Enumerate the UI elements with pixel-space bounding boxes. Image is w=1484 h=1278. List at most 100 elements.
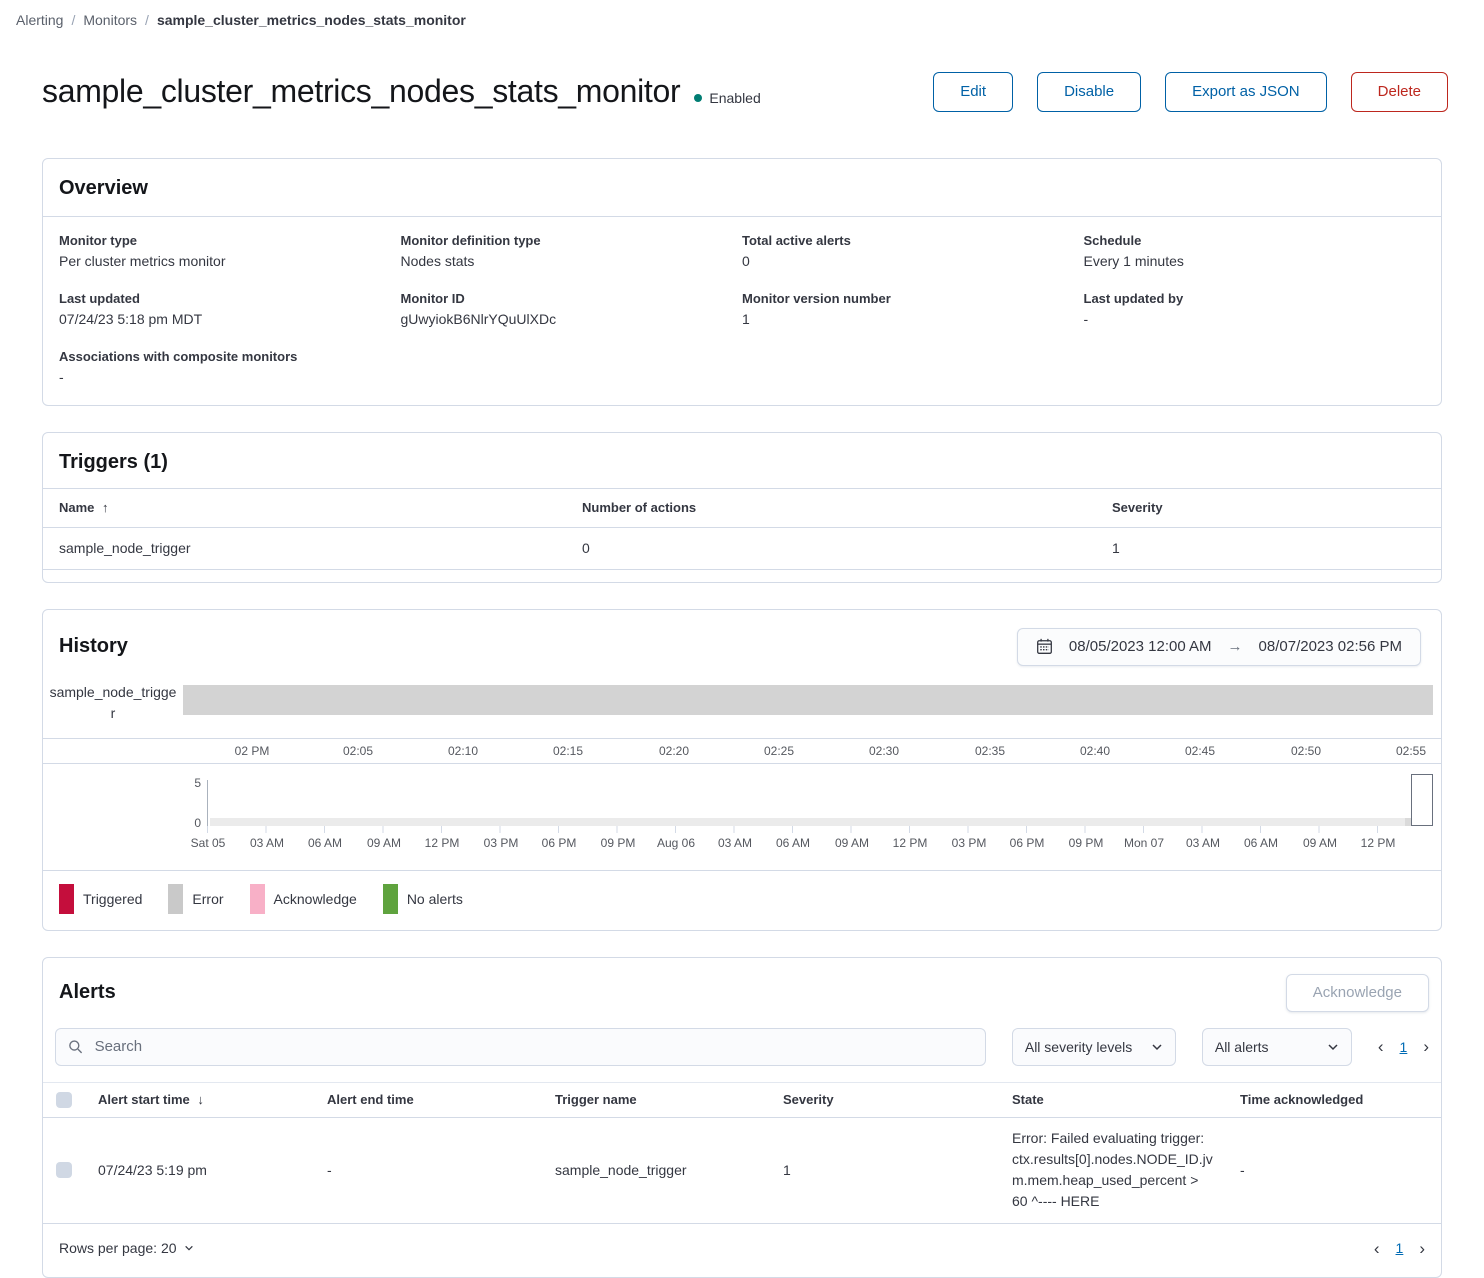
error-swatch	[168, 884, 183, 914]
alert-severity: 1	[783, 1162, 1012, 1178]
history-time-axis: 02 PM 02:05 02:10 02:15 02:20 02:25 02:3…	[43, 738, 1441, 764]
chevron-left-icon[interactable]: ‹	[1374, 1240, 1380, 1257]
alert-trigger-name: sample_node_trigger	[555, 1162, 783, 1178]
triggered-swatch	[59, 884, 74, 914]
column-severity: Severity	[1112, 500, 1425, 515]
field-schedule: Schedule Every 1 minutes	[1084, 233, 1426, 269]
field-monitor-version: Monitor version number 1	[742, 291, 1084, 327]
chevron-right-icon[interactable]: ›	[1419, 1240, 1425, 1257]
breadcrumb: Alerting / Monitors / sample_cluster_met…	[0, 0, 1484, 28]
page-number[interactable]: 1	[1396, 1240, 1404, 1256]
alert-end-time: -	[327, 1162, 555, 1178]
alerts-pagination-bottom: ‹ 1 ›	[1374, 1240, 1425, 1257]
calendar-icon	[1036, 638, 1053, 655]
chevron-right-icon[interactable]: ›	[1423, 1038, 1429, 1055]
legend-item-acknowledge: Acknowledge	[250, 884, 357, 914]
severity-filter-select[interactable]: All severity levels	[1012, 1028, 1176, 1066]
legend-item-no-alerts: No alerts	[383, 884, 463, 914]
disable-button[interactable]: Disable	[1037, 72, 1141, 112]
alerts-panel: Alerts Acknowledge All severity levels A…	[42, 957, 1442, 1278]
alerts-pagination-top: ‹ 1 ›	[1378, 1038, 1429, 1055]
breadcrumb-separator: /	[71, 12, 75, 28]
trigger-name: sample_node_trigger	[59, 540, 582, 556]
history-brush-chart[interactable]: 5 0 Sat 05 03 AM 06 AM 09 AM 12 PM 03 PM…	[43, 772, 1441, 856]
overview-panel: Overview Monitor type Per cluster metric…	[42, 158, 1442, 406]
alert-time-acknowledged: -	[1240, 1162, 1441, 1178]
y-axis-tick-0: 0	[183, 816, 201, 830]
field-composite-associations: Associations with composite monitors -	[59, 349, 401, 385]
delete-button[interactable]: Delete	[1351, 72, 1448, 112]
page-title: sample_cluster_metrics_nodes_stats_monit…	[42, 73, 680, 110]
brush-selection-handle[interactable]	[1411, 774, 1433, 826]
trigger-row: sample_node_trigger 0 1	[43, 528, 1441, 570]
search-input[interactable]	[93, 1037, 973, 1056]
edit-button[interactable]: Edit	[933, 72, 1013, 112]
date-range-end[interactable]: 08/07/2023 02:56 PM	[1259, 638, 1402, 655]
page-header: sample_cluster_metrics_nodes_stats_monit…	[42, 52, 1448, 132]
date-range-picker[interactable]: 08/05/2023 12:00 AM → 08/07/2023 02:56 P…	[1017, 628, 1421, 666]
alerts-title: Alerts	[59, 981, 116, 1004]
column-state: State	[1012, 1092, 1240, 1107]
arrow-right-icon: →	[1228, 638, 1243, 655]
field-monitor-type: Monitor type Per cluster metrics monitor	[59, 233, 401, 269]
status-dot-icon	[694, 94, 702, 102]
no-alerts-swatch	[383, 884, 398, 914]
monitor-status: Enabled	[694, 90, 760, 106]
column-trigger-name: Trigger name	[555, 1092, 783, 1107]
search-box[interactable]	[55, 1028, 986, 1066]
breadcrumb-monitors[interactable]: Monitors	[83, 12, 137, 28]
brush-axis-ticks	[207, 826, 1379, 833]
select-all-checkbox[interactable]	[56, 1092, 72, 1108]
acknowledge-swatch	[250, 884, 265, 914]
trigger-actions-count: 0	[582, 540, 1112, 556]
field-monitor-definition-type: Monitor definition type Nodes stats	[401, 233, 743, 269]
alert-state: Error: Failed evaluating trigger: ctx.re…	[1012, 1118, 1240, 1222]
breadcrumb-separator: /	[145, 12, 149, 28]
chevron-left-icon[interactable]: ‹	[1378, 1038, 1384, 1055]
rows-per-page-button[interactable]: Rows per page: 20	[59, 1240, 194, 1256]
alert-state-filter-select[interactable]: All alerts	[1202, 1028, 1352, 1066]
breadcrumb-alerting[interactable]: Alerting	[16, 12, 63, 28]
column-name[interactable]: Name ↑	[59, 500, 582, 515]
history-series-label: sample_node_trigger	[43, 682, 183, 724]
date-range-start[interactable]: 08/05/2023 12:00 AM	[1069, 638, 1212, 655]
column-number-of-actions: Number of actions	[582, 500, 1112, 515]
brush-area-series	[210, 818, 1418, 826]
legend-item-error: Error	[168, 884, 223, 914]
row-checkbox[interactable]	[56, 1162, 72, 1178]
export-json-button[interactable]: Export as JSON	[1165, 72, 1327, 112]
alert-start-time: 07/24/23 5:19 pm	[98, 1162, 327, 1178]
chevron-down-icon	[1151, 1041, 1163, 1053]
field-monitor-id: Monitor ID gUwyiokB6NlrYQuUlXDc	[401, 291, 743, 327]
sort-asc-icon: ↑	[102, 500, 109, 515]
triggers-table-header: Name ↑ Number of actions Severity	[43, 488, 1441, 528]
y-axis-line	[207, 780, 208, 826]
column-alert-start-time[interactable]: Alert start time ↓	[98, 1092, 327, 1107]
alerts-filter-row: All severity levels All alerts ‹ 1 ›	[43, 1026, 1441, 1082]
history-title: History	[59, 635, 128, 658]
triggers-title: Triggers (1)	[59, 451, 1425, 474]
status-label: Enabled	[709, 90, 760, 106]
column-time-acknowledged: Time acknowledged	[1240, 1092, 1441, 1107]
column-severity: Severity	[783, 1092, 1012, 1107]
history-legend: Triggered Error Acknowledge No alerts	[43, 870, 1441, 930]
legend-item-triggered: Triggered	[59, 884, 142, 914]
y-axis-tick-5: 5	[183, 776, 201, 790]
triggers-panel: Triggers (1) Name ↑ Number of actions Se…	[42, 432, 1442, 583]
alert-row: 07/24/23 5:19 pm - sample_node_trigger 1…	[43, 1118, 1441, 1224]
alerts-footer: Rows per page: 20 ‹ 1 ›	[43, 1224, 1441, 1277]
acknowledge-button[interactable]: Acknowledge	[1286, 974, 1429, 1012]
overview-fields: Monitor type Per cluster metrics monitor…	[43, 217, 1441, 405]
field-total-active-alerts: Total active alerts 0	[742, 233, 1084, 269]
history-panel: History 08/05/2023 12:00 AM → 08/07/2023…	[42, 609, 1442, 931]
overview-title: Overview	[59, 177, 1425, 200]
field-last-updated: Last updated 07/24/23 5:18 pm MDT	[59, 291, 401, 327]
sort-desc-icon: ↓	[197, 1092, 204, 1107]
breadcrumb-current-monitor: sample_cluster_metrics_nodes_stats_monit…	[157, 12, 466, 28]
header-actions: Edit Disable Export as JSON Delete	[933, 72, 1448, 112]
trigger-severity: 1	[1112, 540, 1425, 556]
page-number[interactable]: 1	[1400, 1039, 1408, 1055]
history-timeline: sample_node_trigger	[43, 682, 1441, 724]
chevron-down-icon	[184, 1243, 194, 1253]
history-state-bar[interactable]	[183, 685, 1433, 715]
